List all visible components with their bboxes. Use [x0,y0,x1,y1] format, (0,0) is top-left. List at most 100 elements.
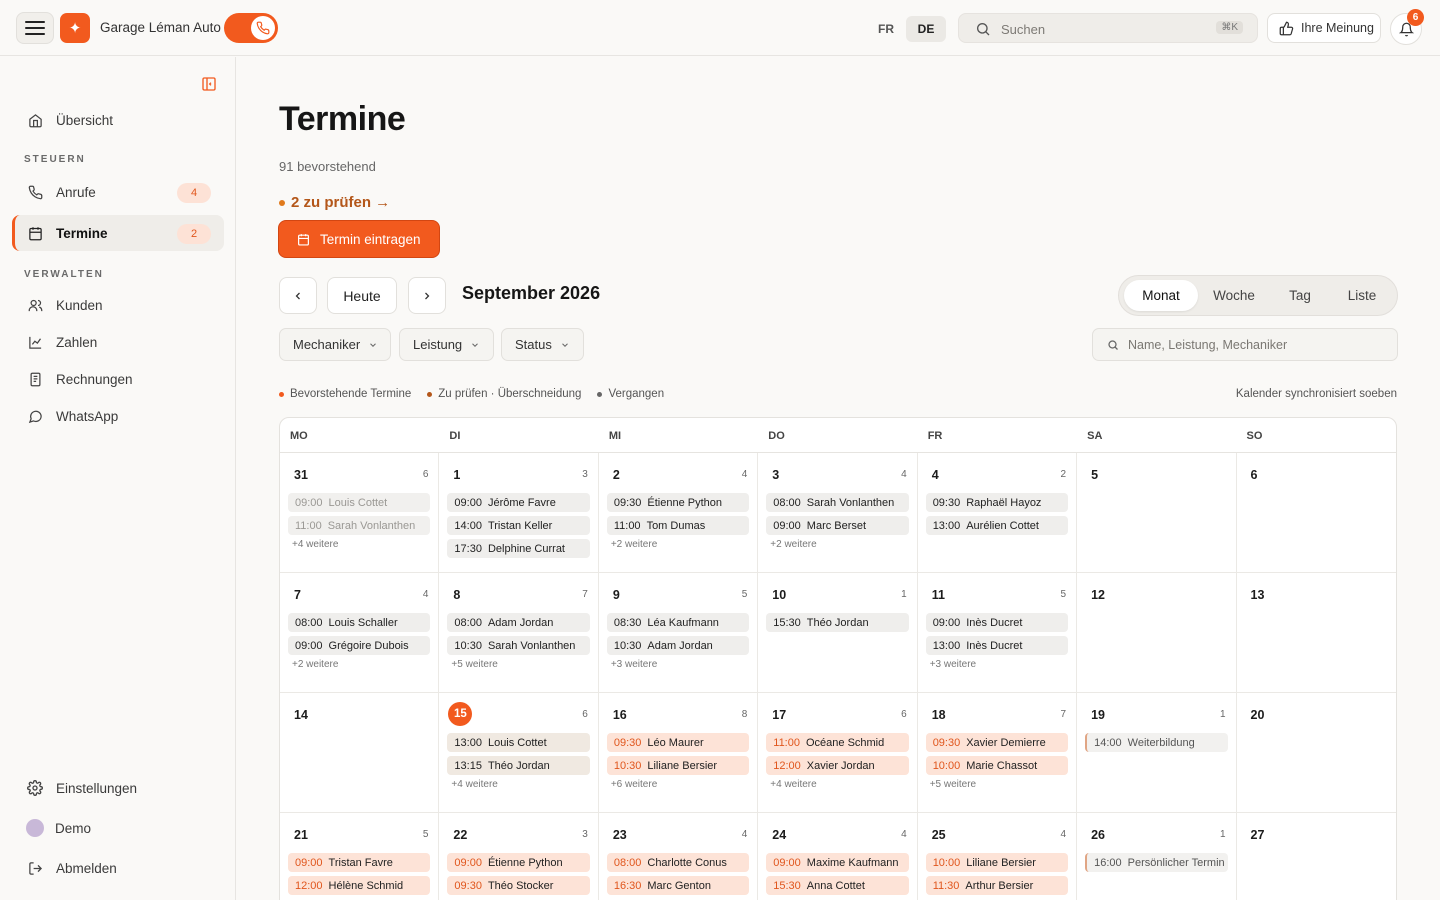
notifications-button[interactable]: 6 [1390,9,1424,45]
appointment-chip[interactable]: 09:30 Étienne Python [606,493,750,512]
add-appointment-button[interactable]: Termin eintragen [279,221,439,257]
appointment-chip[interactable]: 10:00 Liliane Bersier [925,853,1069,872]
calendar-day[interactable]: 11 5 09:00 Inès Ducret 13:00 Inès Ducret +3 we… [918,573,1078,693]
appointment-chip[interactable]: 09:00 Grégoire Dubois [288,636,431,655]
collapse-sidebar-icon[interactable] [201,76,217,92]
more-appointments-link[interactable]: +3 weitere [607,659,749,670]
view-month-tab[interactable]: Monat [1124,280,1198,311]
calendar-day[interactable]: 10 1 15:30 Théo Jordan [758,573,918,693]
calendar-day[interactable]: 2 4 09:30 Étienne Python 11:00 Tom Dumas +2 we… [599,453,759,573]
appointment-chip[interactable]: 09:00 Louis Cottet [288,493,431,512]
more-appointments-link[interactable]: +4 weitere [288,539,430,550]
appointment-chip[interactable]: 15:30 Théo Jordan [766,613,909,632]
appointment-chip[interactable]: 08:00 Sarah Vonlanthen [766,493,909,512]
appointment-chip[interactable]: 08:30 Léa Kaufmann [606,613,750,632]
appointment-chip[interactable]: 09:00 Inès Ducret [925,613,1069,632]
calendar-day[interactable]: 5 [1077,453,1237,573]
appointment-chip[interactable]: 11:30 Arthur Bersier [925,876,1069,895]
appointment-chip[interactable]: 12:00 Hélène Schmid [288,876,431,895]
sidebar-item-appointments[interactable]: Termine 2 [12,215,224,251]
appointment-chip[interactable]: 11:00 Tom Dumas [606,516,750,535]
more-appointments-link[interactable]: +4 weitere [447,779,589,790]
sidebar-item-numbers[interactable]: Zahlen [12,324,224,360]
appointment-chip[interactable]: 10:30 Liliane Bersier [606,756,750,775]
appointment-chip[interactable]: 14:00 Tristan Keller [447,516,590,535]
lang-fr-button[interactable]: FR [866,16,906,42]
calendar-day[interactable]: 16 8 09:30 Léo Maurer 10:30 Liliane Bersier +6… [599,693,759,813]
more-appointments-link[interactable]: +5 weitere [926,779,1068,790]
global-search-input[interactable]: Suchen ⌘K [958,13,1258,43]
feedback-button[interactable]: Ihre Meinung [1267,13,1381,43]
appointment-chip[interactable]: 11:00 Océane Schmid [766,733,909,752]
appointment-chip[interactable]: 17:30 Delphine Currat [447,539,590,558]
appointment-chip[interactable]: 14:00 Weiterbildung [1085,733,1228,752]
appointment-chip[interactable]: 10:30 Adam Jordan [606,636,750,655]
calendar-day[interactable]: 9 5 08:30 Léa Kaufmann 10:30 Adam Jordan +3 we… [599,573,759,693]
mechanic-filter[interactable]: Mechaniker [279,328,391,361]
review-link[interactable]: 2 zu prüfen → [279,194,390,211]
appointment-chip[interactable]: 13:00 Aurélien Cottet [925,516,1069,535]
calendar-day[interactable]: 19 1 14:00 Weiterbildung [1077,693,1237,813]
sidebar-item-logout[interactable]: Abmelden [12,850,224,886]
calendar-day[interactable]: 15 6 13:00 Louis Cottet 13:15 Théo Jordan +4 w… [439,693,599,813]
appointment-chip[interactable]: 09:30 Théo Stocker [447,876,590,895]
appointment-chip[interactable]: 09:00 Jérôme Favre [447,493,590,512]
today-button[interactable]: Heute [327,277,397,314]
sidebar-item-demo[interactable]: Demo [12,810,224,846]
sidebar-item-settings[interactable]: Einstellungen [12,770,224,806]
appointment-chip[interactable]: 13:15 Théo Jordan [447,756,590,775]
appointment-chip[interactable]: 09:30 Xavier Demierre [925,733,1069,752]
next-month-button[interactable] [408,277,446,314]
calendar-day[interactable]: 8 7 08:00 Adam Jordan 10:30 Sarah Vonlanthen +… [439,573,599,693]
more-appointments-link[interactable]: +3 weitere [926,659,1068,670]
status-filter[interactable]: Status [501,328,584,361]
appointment-chip[interactable]: 12:00 Xavier Jordan [766,756,909,775]
appointment-chip[interactable]: 08:00 Charlotte Conus [606,853,750,872]
sidebar-item-overview[interactable]: Übersicht [12,102,224,138]
calendar-day[interactable]: 21 5 09:00 Tristan Favre 12:00 Hélène Schmid [280,813,440,900]
appointment-chip[interactable]: 09:30 Raphaël Hayoz [925,493,1069,512]
appointment-chip[interactable]: 16:30 Marc Genton [606,876,750,895]
more-appointments-link[interactable]: +2 weitere [288,659,430,670]
more-appointments-link[interactable]: +6 weitere [607,779,749,790]
menu-button[interactable] [16,12,54,44]
view-list-tab[interactable]: Liste [1330,280,1394,311]
calendar-day[interactable]: 4 2 09:30 Raphaël Hayoz 13:00 Aurélien Cottet [918,453,1078,573]
calendar-day[interactable]: 7 4 08:00 Louis Schaller 09:00 Grégoire Duboi… [280,573,440,693]
more-appointments-link[interactable]: +2 weitere [607,539,749,550]
calendar-day[interactable]: 31 6 09:00 Louis Cottet 11:00 Sarah Vonlanthe… [280,453,440,573]
appointment-chip[interactable]: 13:00 Louis Cottet [447,733,590,752]
appointment-chip[interactable]: 08:00 Louis Schaller [288,613,431,632]
calendar-day[interactable]: 14 [280,693,440,813]
calendar-day[interactable]: 26 1 16:00 Persönlicher Termin [1077,813,1237,900]
calendar-day[interactable]: 13 [1237,573,1396,693]
calendar-day[interactable]: 3 4 08:00 Sarah Vonlanthen 09:00 Marc Berset +… [758,453,918,573]
calendar-day[interactable]: 23 4 08:00 Charlotte Conus 16:30 Marc Genton [599,813,759,900]
appointment-chip[interactable]: 09:00 Tristan Favre [288,853,431,872]
calendar-day[interactable]: 25 4 10:00 Liliane Bersier 11:30 Arthur Bersi… [918,813,1078,900]
appointment-chip[interactable]: 09:00 Marc Berset [766,516,909,535]
lang-de-button[interactable]: DE [906,16,946,42]
view-day-tab[interactable]: Tag [1270,280,1330,311]
sidebar-item-whatsapp[interactable]: WhatsApp [12,398,224,434]
appointment-chip[interactable]: 09:00 Maxime Kaufmann [766,853,909,872]
sidebar-item-customers[interactable]: Kunden [12,287,224,323]
calendar-day[interactable]: 1 3 09:00 Jérôme Favre 14:00 Tristan Keller 17… [439,453,599,573]
more-appointments-link[interactable]: +2 weitere [766,539,908,550]
calendar-day[interactable]: 22 3 09:00 Étienne Python 09:30 Théo Stocker [439,813,599,900]
calendar-day[interactable]: 12 [1077,573,1237,693]
view-week-tab[interactable]: Woche [1198,280,1270,311]
sidebar-item-calls[interactable]: Anrufe 4 [12,174,224,210]
phone-toggle[interactable] [224,13,278,43]
calendar-day[interactable]: 27 [1237,813,1396,900]
appointment-chip[interactable]: 10:00 Marie Chassot [925,756,1069,775]
appointment-chip[interactable]: 08:00 Adam Jordan [447,613,590,632]
appointment-chip[interactable]: 11:00 Sarah Vonlanthen [288,516,431,535]
appointment-chip[interactable]: 13:00 Inès Ducret [925,636,1069,655]
appointment-chip[interactable]: 15:30 Anna Cottet [766,876,909,895]
calendar-day[interactable]: 20 [1237,693,1396,813]
appointment-chip[interactable]: 09:00 Étienne Python [447,853,590,872]
sidebar-item-invoices[interactable]: Rechnungen [12,361,224,397]
more-appointments-link[interactable]: +5 weitere [447,659,589,670]
more-appointments-link[interactable]: +4 weitere [766,779,908,790]
